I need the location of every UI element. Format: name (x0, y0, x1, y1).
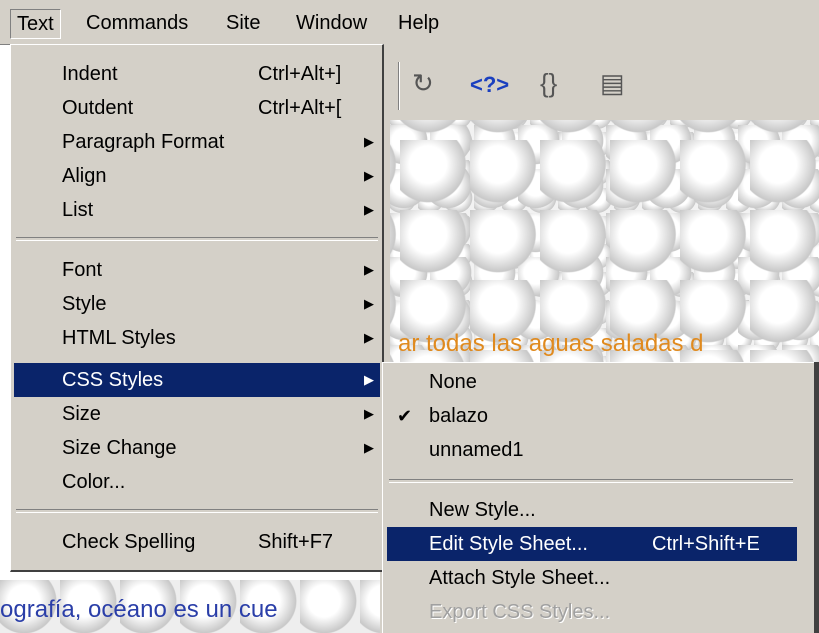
submenu-arrow-icon: ▶ (364, 406, 374, 421)
submenu-item-balazo[interactable]: ✔ balazo (387, 399, 797, 433)
menu-help[interactable]: Help (392, 9, 445, 39)
toolbar-separator (398, 62, 400, 110)
menu-item-label: CSS Styles (62, 369, 164, 391)
braces-icon[interactable]: {} (540, 68, 557, 99)
submenu-arrow-icon: ▶ (364, 296, 374, 311)
menu-item-size[interactable]: Size ▶ (14, 397, 380, 431)
submenu-item-label: None (429, 371, 477, 393)
menu-item-label: List (62, 199, 94, 221)
checkmark-icon: ✔ (397, 406, 413, 426)
submenu-item-shortcut: Ctrl+Shift+E (652, 533, 760, 555)
menu-commands[interactable]: Commands (80, 9, 194, 39)
submenu-item-unnamed1[interactable]: unnamed1 (387, 433, 797, 467)
menu-item-label: Outdent (62, 97, 134, 119)
submenu-item-none[interactable]: None (387, 365, 797, 399)
menu-separator (16, 237, 378, 241)
menu-bar: Text Commands Site Window Help (0, 0, 819, 45)
submenu-item-edit-style-sheet[interactable]: Edit Style Sheet... Ctrl+Shift+E (387, 527, 797, 561)
menu-site[interactable]: Site (220, 9, 266, 39)
submenu-item-new-style[interactable]: New Style... (387, 493, 797, 527)
submenu-item-label: Export CSS Styles... (429, 601, 611, 623)
menu-item-label: Paragraph Format (62, 131, 225, 153)
menu-item-shortcut: Shift+F7 (258, 531, 334, 553)
code-tag-icon[interactable]: <?> (470, 72, 509, 98)
menu-item-label: Size (62, 403, 101, 425)
menu-item-list[interactable]: List ▶ (14, 193, 380, 227)
submenu-shadow (814, 362, 819, 633)
submenu-item-attach-style-sheet[interactable]: Attach Style Sheet... (387, 561, 797, 595)
menu-item-style[interactable]: Style ▶ (14, 287, 380, 321)
menu-item-indent[interactable]: Indent Ctrl+Alt+] (14, 57, 380, 91)
submenu-item-label: balazo (429, 405, 488, 427)
submenu-arrow-icon: ▶ (364, 262, 374, 277)
submenu-arrow-icon: ▶ (364, 168, 374, 183)
submenu-arrow-icon: ▶ (364, 440, 374, 455)
menu-item-align[interactable]: Align ▶ (14, 159, 380, 193)
submenu-arrow-icon: ▶ (364, 372, 374, 387)
menu-item-shortcut: Ctrl+Alt+] (258, 63, 342, 85)
menu-text[interactable]: Text (10, 9, 61, 39)
submenu-item-export-css-styles: Export CSS Styles... (387, 595, 797, 629)
submenu-separator (389, 479, 793, 483)
menu-item-label: Style (62, 293, 107, 315)
menu-item-check-spelling[interactable]: Check Spelling Shift+F7 (14, 525, 380, 559)
menu-item-label: Check Spelling (62, 531, 196, 553)
menu-item-size-change[interactable]: Size Change ▶ (14, 431, 380, 465)
menu-item-label: Size Change (62, 437, 177, 459)
menu-item-shortcut: Ctrl+Alt+[ (258, 97, 342, 119)
menu-item-label: Font (62, 259, 103, 281)
submenu-arrow-icon: ▶ (364, 134, 374, 149)
menu-item-color[interactable]: Color... (14, 465, 380, 499)
menu-item-paragraph-format[interactable]: Paragraph Format ▶ (14, 125, 380, 159)
submenu-item-label: unnamed1 (429, 439, 524, 461)
menu-item-css-styles[interactable]: CSS Styles ▶ (14, 363, 380, 397)
menu-item-label: HTML Styles (62, 327, 176, 349)
submenu-arrow-icon: ▶ (364, 202, 374, 217)
menu-item-label: Align (62, 165, 107, 187)
submenu-item-label: Edit Style Sheet... (429, 533, 588, 555)
text-menu: Indent Ctrl+Alt+] Outdent Ctrl+Alt+[ Par… (10, 44, 384, 572)
refresh-icon[interactable]: ↻ (412, 68, 434, 99)
submenu-item-label: New Style... (429, 499, 536, 521)
menu-separator (16, 509, 378, 513)
menu-item-label: Indent (62, 63, 118, 85)
menu-item-label: Color... (62, 471, 126, 493)
document-text-blue: ografía, océano es un cue (0, 596, 278, 623)
menu-item-font[interactable]: Font ▶ (14, 253, 380, 287)
css-styles-submenu: None ✔ balazo unnamed1 New Style... Edit… (382, 362, 819, 633)
document-text-orange: ar todas las aguas saladas d (398, 330, 704, 357)
view-options-icon[interactable]: ▤ (600, 68, 625, 99)
menu-window[interactable]: Window (290, 9, 373, 39)
menu-item-html-styles[interactable]: HTML Styles ▶ (14, 321, 380, 355)
submenu-item-label: Attach Style Sheet... (429, 567, 611, 589)
submenu-arrow-icon: ▶ (364, 330, 374, 345)
menu-item-outdent[interactable]: Outdent Ctrl+Alt+[ (14, 91, 380, 125)
